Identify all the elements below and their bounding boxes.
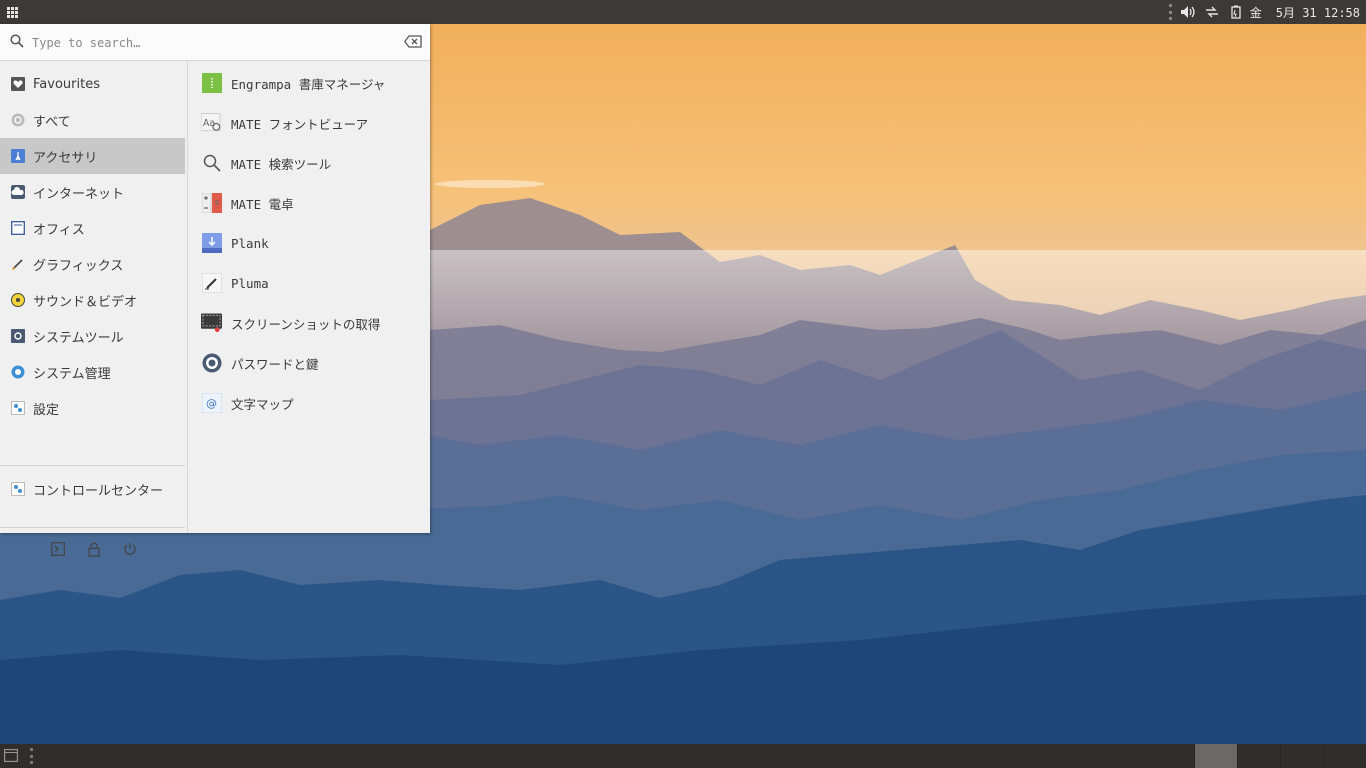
app-launcher-item[interactable]: Aa MATE フォントビューア (188, 103, 430, 143)
app-label: MATE 検索ツール (231, 156, 332, 172)
category-label: アクセサリ (33, 150, 98, 166)
category-list: Favourites すべてアクセサリインターネット オフィスグラフィックス サウンド… (0, 66, 187, 426)
graphics-icon (10, 257, 25, 272)
category-item[interactable]: オフィス (0, 210, 185, 246)
system-tray: 金 5月 31 12:58 (1168, 0, 1366, 24)
volume-icon[interactable] (1178, 0, 1198, 24)
control-center-icon (10, 482, 25, 497)
svg-text:@: @ (206, 397, 217, 410)
input-method-indicator[interactable]: 金 (1250, 4, 1262, 21)
preferences-icon (10, 401, 25, 416)
workspace-2[interactable] (1237, 744, 1280, 768)
control-center-label: コントロールセンター (33, 483, 164, 499)
clear-search-icon[interactable] (403, 35, 422, 52)
app-label: MATE フォントビューア (231, 116, 369, 132)
system-tools-icon (10, 329, 25, 344)
app-launcher-item[interactable]: パスワードと鍵 (188, 343, 430, 383)
app-grid-icon (6, 6, 18, 18)
bottom-panel (0, 744, 1366, 768)
app-launcher-item[interactable]: スクリーンショットの取得 (188, 303, 430, 343)
app-label: 文字マップ (231, 396, 294, 412)
app-label: Engrampa 書庫マネージャ (231, 76, 386, 92)
character-map-icon: @ (201, 393, 222, 414)
app-launcher-item[interactable]: Plank (188, 223, 430, 263)
category-label: 設定 (33, 402, 60, 418)
divider (0, 527, 185, 528)
search-icon (10, 34, 24, 52)
power-button[interactable] (119, 538, 141, 560)
heart-icon (10, 77, 25, 92)
application-pane: Engrampa 書庫マネージャ Aa MATE フォントビューア MATE 検索ツー… (188, 61, 430, 533)
app-label: Plank (231, 235, 269, 251)
sound-video-icon (10, 293, 25, 308)
network-icon[interactable] (1202, 0, 1222, 24)
category-label: グラフィックス (33, 258, 124, 274)
app-launcher-item[interactable]: @ 文字マップ (188, 383, 430, 423)
application-menu: Favourites すべてアクセサリインターネットオフィスグラフィックスサウンド… (0, 24, 430, 557)
category-item[interactable]: 設定 (0, 390, 185, 426)
category-item[interactable]: すべて (0, 102, 185, 138)
category-label: システムツール (33, 330, 124, 346)
battery-icon[interactable] (1226, 0, 1246, 24)
lock-screen-button[interactable] (83, 538, 105, 560)
app-launcher-item[interactable]: MATE 検索ツール (188, 143, 430, 183)
app-launcher-item[interactable]: Engrampa 書庫マネージャ (188, 63, 430, 103)
app-launcher-item[interactable]: MATE 電卓 (188, 183, 430, 223)
divider (0, 465, 185, 466)
category-item[interactable]: システムツール (0, 318, 185, 354)
app-label: パスワードと鍵 (231, 356, 319, 372)
panel-handle[interactable] (30, 748, 33, 764)
category-label: オフィス (33, 222, 85, 238)
font-viewer-icon: Aa (201, 113, 222, 134)
all-apps-icon (10, 113, 25, 128)
category-label: サウンド＆ビデオ (33, 294, 138, 310)
category-item[interactable]: インターネット (0, 174, 185, 210)
screenshot-icon (201, 313, 222, 334)
plank-dock-icon (201, 233, 222, 254)
accessories-icon (10, 149, 25, 164)
search-bar (0, 24, 430, 61)
administration-icon (10, 365, 25, 380)
app-label: スクリーンショットの取得 (231, 316, 381, 332)
search-tool-icon (201, 153, 222, 174)
archive-manager-icon (201, 73, 222, 94)
category-pane: Favourites すべてアクセサリインターネット オフィスグラフィックス サウンド… (0, 61, 187, 557)
calculator-icon (201, 193, 222, 214)
category-item[interactable]: システム管理 (0, 354, 185, 390)
text-editor-icon (201, 273, 222, 294)
category-label: システム管理 (33, 366, 111, 382)
application-list: Engrampa 書庫マネージャ Aa MATE フォントビューア MATE 検索ツー… (188, 63, 430, 423)
category-label: すべて (33, 114, 71, 130)
app-label: Pluma (231, 275, 269, 291)
applications-menu-button[interactable] (0, 0, 24, 24)
session-actions (0, 535, 187, 563)
terminal-button[interactable] (47, 538, 69, 560)
control-center-item[interactable]: コントロールセンター (0, 471, 185, 507)
category-item[interactable]: Favourites (0, 66, 185, 102)
workspace-1[interactable] (1194, 744, 1237, 768)
passwords-keys-icon (201, 353, 222, 374)
workspace-switcher (1194, 744, 1366, 768)
clock[interactable]: 5月 31 12:58 (1276, 4, 1360, 21)
category-label: Favourites (33, 76, 100, 92)
app-launcher-item[interactable]: Pluma (188, 263, 430, 303)
workspace-4[interactable] (1323, 744, 1366, 768)
category-item[interactable]: グラフィックス (0, 246, 185, 282)
category-label: インターネット (33, 186, 125, 202)
search-input[interactable] (30, 31, 394, 55)
category-item[interactable]: サウンド＆ビデオ (0, 282, 185, 318)
office-icon (10, 221, 25, 236)
workspace-3[interactable] (1280, 744, 1323, 768)
show-desktop-icon[interactable] (4, 749, 18, 762)
tray-handle[interactable] (1168, 4, 1172, 20)
app-label: MATE 電卓 (231, 196, 294, 212)
top-panel: 金 5月 31 12:58 (0, 0, 1366, 24)
internet-icon (10, 185, 25, 200)
category-item[interactable]: アクセサリ (0, 138, 185, 174)
